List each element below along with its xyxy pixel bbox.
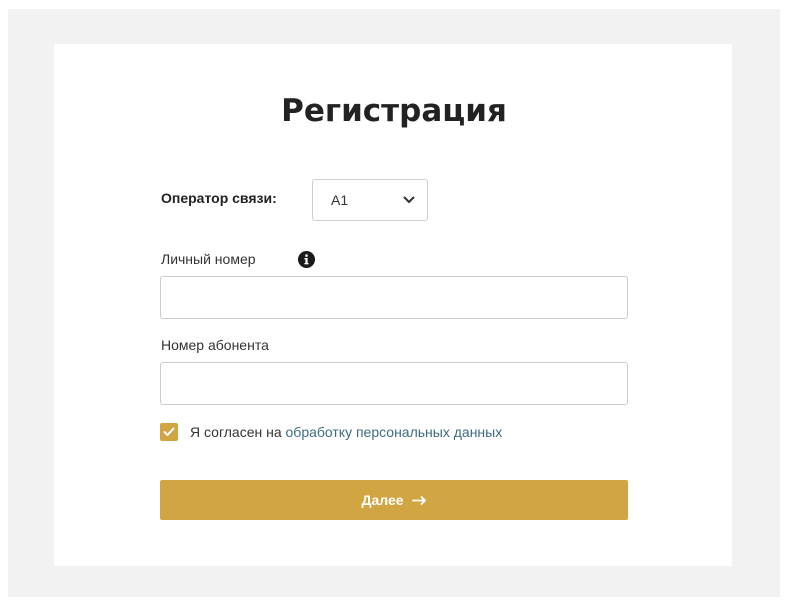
personal-number-label: Личный номер <box>161 251 256 267</box>
page-title: Регистрация <box>281 93 507 129</box>
arrow-right-icon <box>411 495 427 505</box>
personal-number-input[interactable] <box>160 276 628 319</box>
info-icon[interactable] <box>298 251 315 268</box>
operator-select-value: A1 <box>331 192 349 208</box>
personal-data-link[interactable]: обработку персональных данных <box>286 424 503 440</box>
subscriber-number-input[interactable] <box>160 362 628 405</box>
consent-checkbox[interactable] <box>160 422 178 441</box>
next-button-label: Далее <box>361 492 404 508</box>
next-button[interactable]: Далее <box>160 480 628 520</box>
consent-label: Я согласен на <box>190 423 282 440</box>
subscriber-number-label: Номер абонента <box>161 337 269 353</box>
consent-row: Я согласен на обработку персональных дан… <box>160 422 502 441</box>
chevron-down-icon <box>403 196 415 204</box>
consent-text: Я согласен на обработку персональных дан… <box>190 424 502 440</box>
checkmark-icon <box>163 427 175 436</box>
operator-select[interactable]: A1 <box>312 179 428 221</box>
operator-label: Оператор связи: <box>161 190 277 206</box>
